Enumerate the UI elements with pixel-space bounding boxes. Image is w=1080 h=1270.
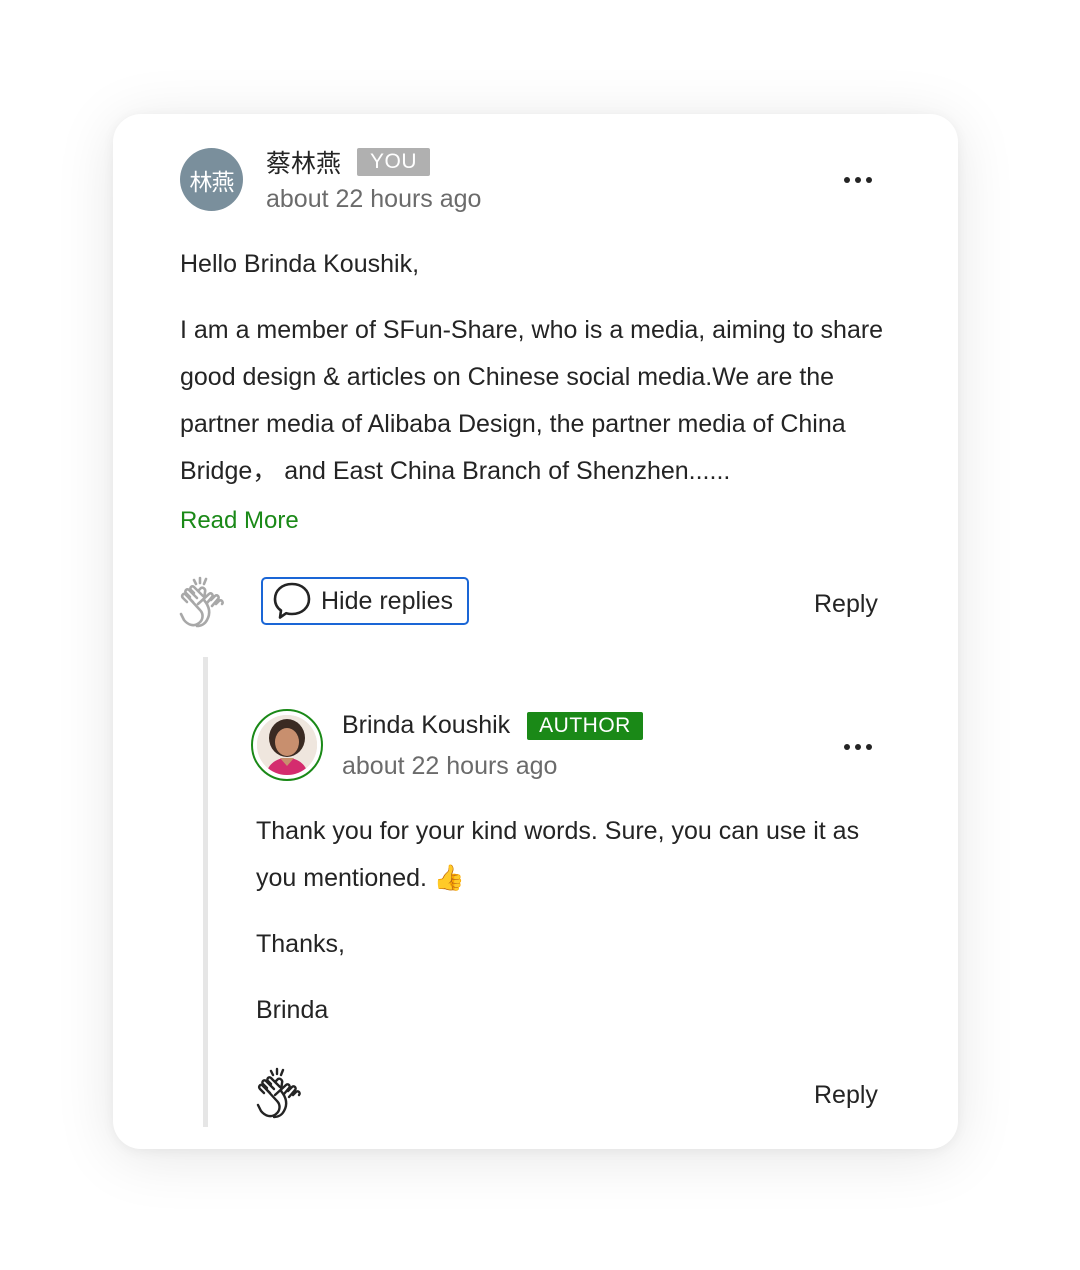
reply-paragraph: Thank you for your kind words. Sure, you… <box>256 817 860 892</box>
user-avatar[interactable]: 林燕 <box>180 148 243 211</box>
reply-button[interactable]: Reply <box>814 1081 878 1110</box>
author-avatar[interactable] <box>250 708 324 782</box>
comment-card: 林燕 蔡林燕 YOU about 22 hours ago Hello Brin… <box>113 114 958 1149</box>
reply-button[interactable]: Reply <box>814 590 878 619</box>
more-options-icon[interactable] <box>844 170 872 190</box>
clap-icon[interactable] <box>256 1067 306 1124</box>
comment-greeting: Hello Brinda Koushik, <box>180 250 420 278</box>
reply-author-name[interactable]: Brinda Koushik <box>342 711 510 740</box>
read-more-link[interactable]: Read More <box>180 507 299 535</box>
comment-body: Hello Brinda Koushik, I am a member of S… <box>180 241 900 495</box>
author-badge: AUTHOR <box>527 711 643 740</box>
thread-line <box>203 657 208 1127</box>
hide-replies-button[interactable]: Hide replies <box>261 577 469 625</box>
clap-icon[interactable] <box>179 576 229 633</box>
reply-timestamp[interactable]: about 22 hours ago <box>342 752 557 781</box>
comment-author-row: 蔡林燕 YOU <box>266 144 431 180</box>
more-options-icon[interactable] <box>844 737 872 757</box>
reply-paragraph: Thanks, <box>256 930 345 958</box>
comment-text: I am a member of SFun-Share, who is a me… <box>180 316 884 485</box>
hide-replies-label: Hide replies <box>321 586 454 615</box>
comment-bubble-icon <box>271 581 313 621</box>
comment-timestamp[interactable]: about 22 hours ago <box>266 185 481 214</box>
reply-author-row: Brinda Koushik AUTHOR <box>342 711 643 740</box>
comment-author-name[interactable]: 蔡林燕 <box>266 144 341 180</box>
you-badge: YOU <box>357 148 431 176</box>
reply-body: Thank you for your kind words. Sure, you… <box>256 808 906 1034</box>
reply-paragraph: Brinda <box>256 996 329 1024</box>
